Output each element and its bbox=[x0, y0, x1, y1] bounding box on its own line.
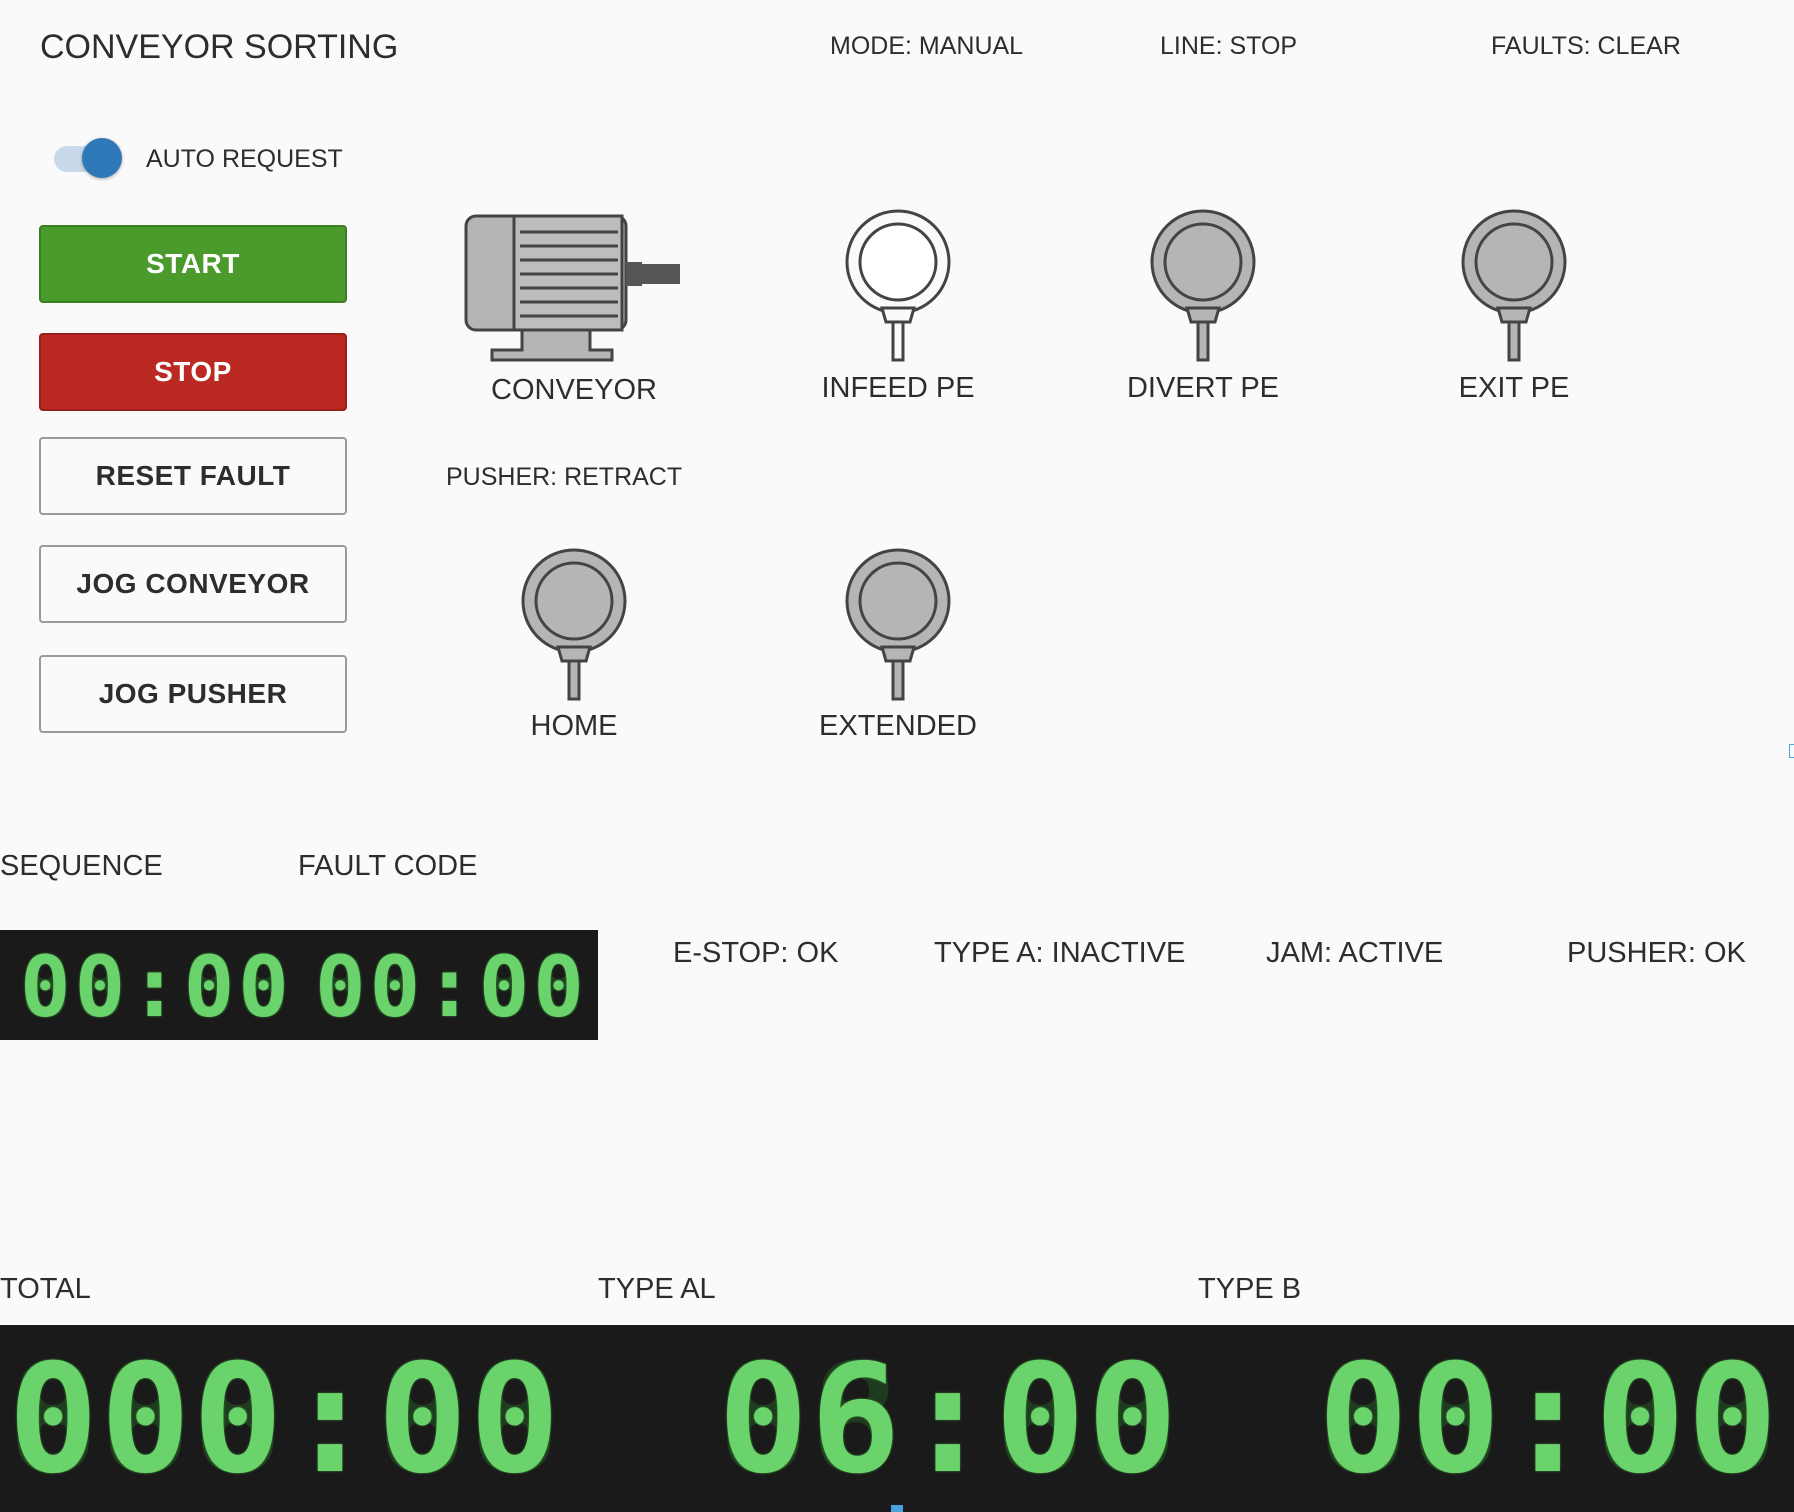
line-status: LINE: STOP bbox=[1160, 32, 1298, 60]
auto-request-label: AUTO REQUEST bbox=[146, 145, 343, 173]
counter-display: 888:88 000:00 88:88 06:00 88:88 00:00 bbox=[0, 1325, 1794, 1512]
divert-pe-label: DIVERT PE bbox=[1126, 372, 1280, 404]
page-title: CONVEYOR SORTING bbox=[40, 28, 399, 66]
reset-fault-button[interactable]: RESET FAULT bbox=[39, 437, 347, 515]
total-value: 000:00 bbox=[8, 1333, 562, 1507]
home-sensor-icon bbox=[521, 548, 627, 701]
sequence-label: SEQUENCE bbox=[0, 850, 163, 882]
sequence-fault-display: 88:88 00:00 88:88 00:00 bbox=[0, 930, 598, 1040]
type-a-status: TYPE A: INACTIVE bbox=[934, 937, 1186, 969]
exit-pe-label: EXIT PE bbox=[1458, 372, 1570, 404]
pusher-status: PUSHER: RETRACT bbox=[446, 463, 683, 491]
type-b-value: 00:00 bbox=[1318, 1333, 1780, 1507]
pusher-ok-status: PUSHER: OK bbox=[1567, 937, 1746, 969]
type-b-label: TYPE B bbox=[1198, 1273, 1302, 1305]
jam-status: JAM: ACTIVE bbox=[1266, 937, 1444, 969]
conveyor-label: CONVEYOR bbox=[491, 374, 657, 406]
home-label: HOME bbox=[530, 710, 618, 742]
type-al-label: TYPE AL bbox=[598, 1273, 716, 1305]
jog-conveyor-button[interactable]: JOG CONVEYOR bbox=[39, 545, 347, 623]
infeed-pe-label: INFEED PE bbox=[821, 372, 975, 404]
extended-label: EXTENDED bbox=[819, 710, 977, 742]
toggle-knob bbox=[82, 138, 122, 178]
motor-icon bbox=[464, 214, 680, 362]
edge-marker bbox=[1789, 744, 1794, 758]
type-al-value: 06:00 bbox=[718, 1333, 1180, 1507]
extended-sensor-icon bbox=[845, 548, 951, 701]
stop-button[interactable]: STOP bbox=[39, 333, 347, 411]
fault-code-label: FAULT CODE bbox=[298, 850, 478, 882]
mode-status: MODE: MANUAL bbox=[830, 32, 1024, 60]
jog-pusher-button[interactable]: JOG PUSHER bbox=[39, 655, 347, 733]
infeed-pe-sensor-icon bbox=[845, 209, 951, 362]
estop-status: E-STOP: OK bbox=[673, 937, 839, 969]
auto-request-toggle[interactable] bbox=[54, 138, 124, 178]
faults-status: FAULTS: CLEAR bbox=[1491, 32, 1681, 60]
start-button[interactable]: START bbox=[39, 225, 347, 303]
exit-pe-sensor-icon bbox=[1461, 209, 1567, 362]
sequence-value: 00:00 bbox=[20, 938, 293, 1036]
divert-pe-sensor-icon bbox=[1150, 209, 1256, 362]
bottom-marker bbox=[891, 1505, 903, 1512]
total-label: TOTAL bbox=[0, 1273, 91, 1305]
fault-code-value: 00:00 bbox=[315, 938, 588, 1036]
